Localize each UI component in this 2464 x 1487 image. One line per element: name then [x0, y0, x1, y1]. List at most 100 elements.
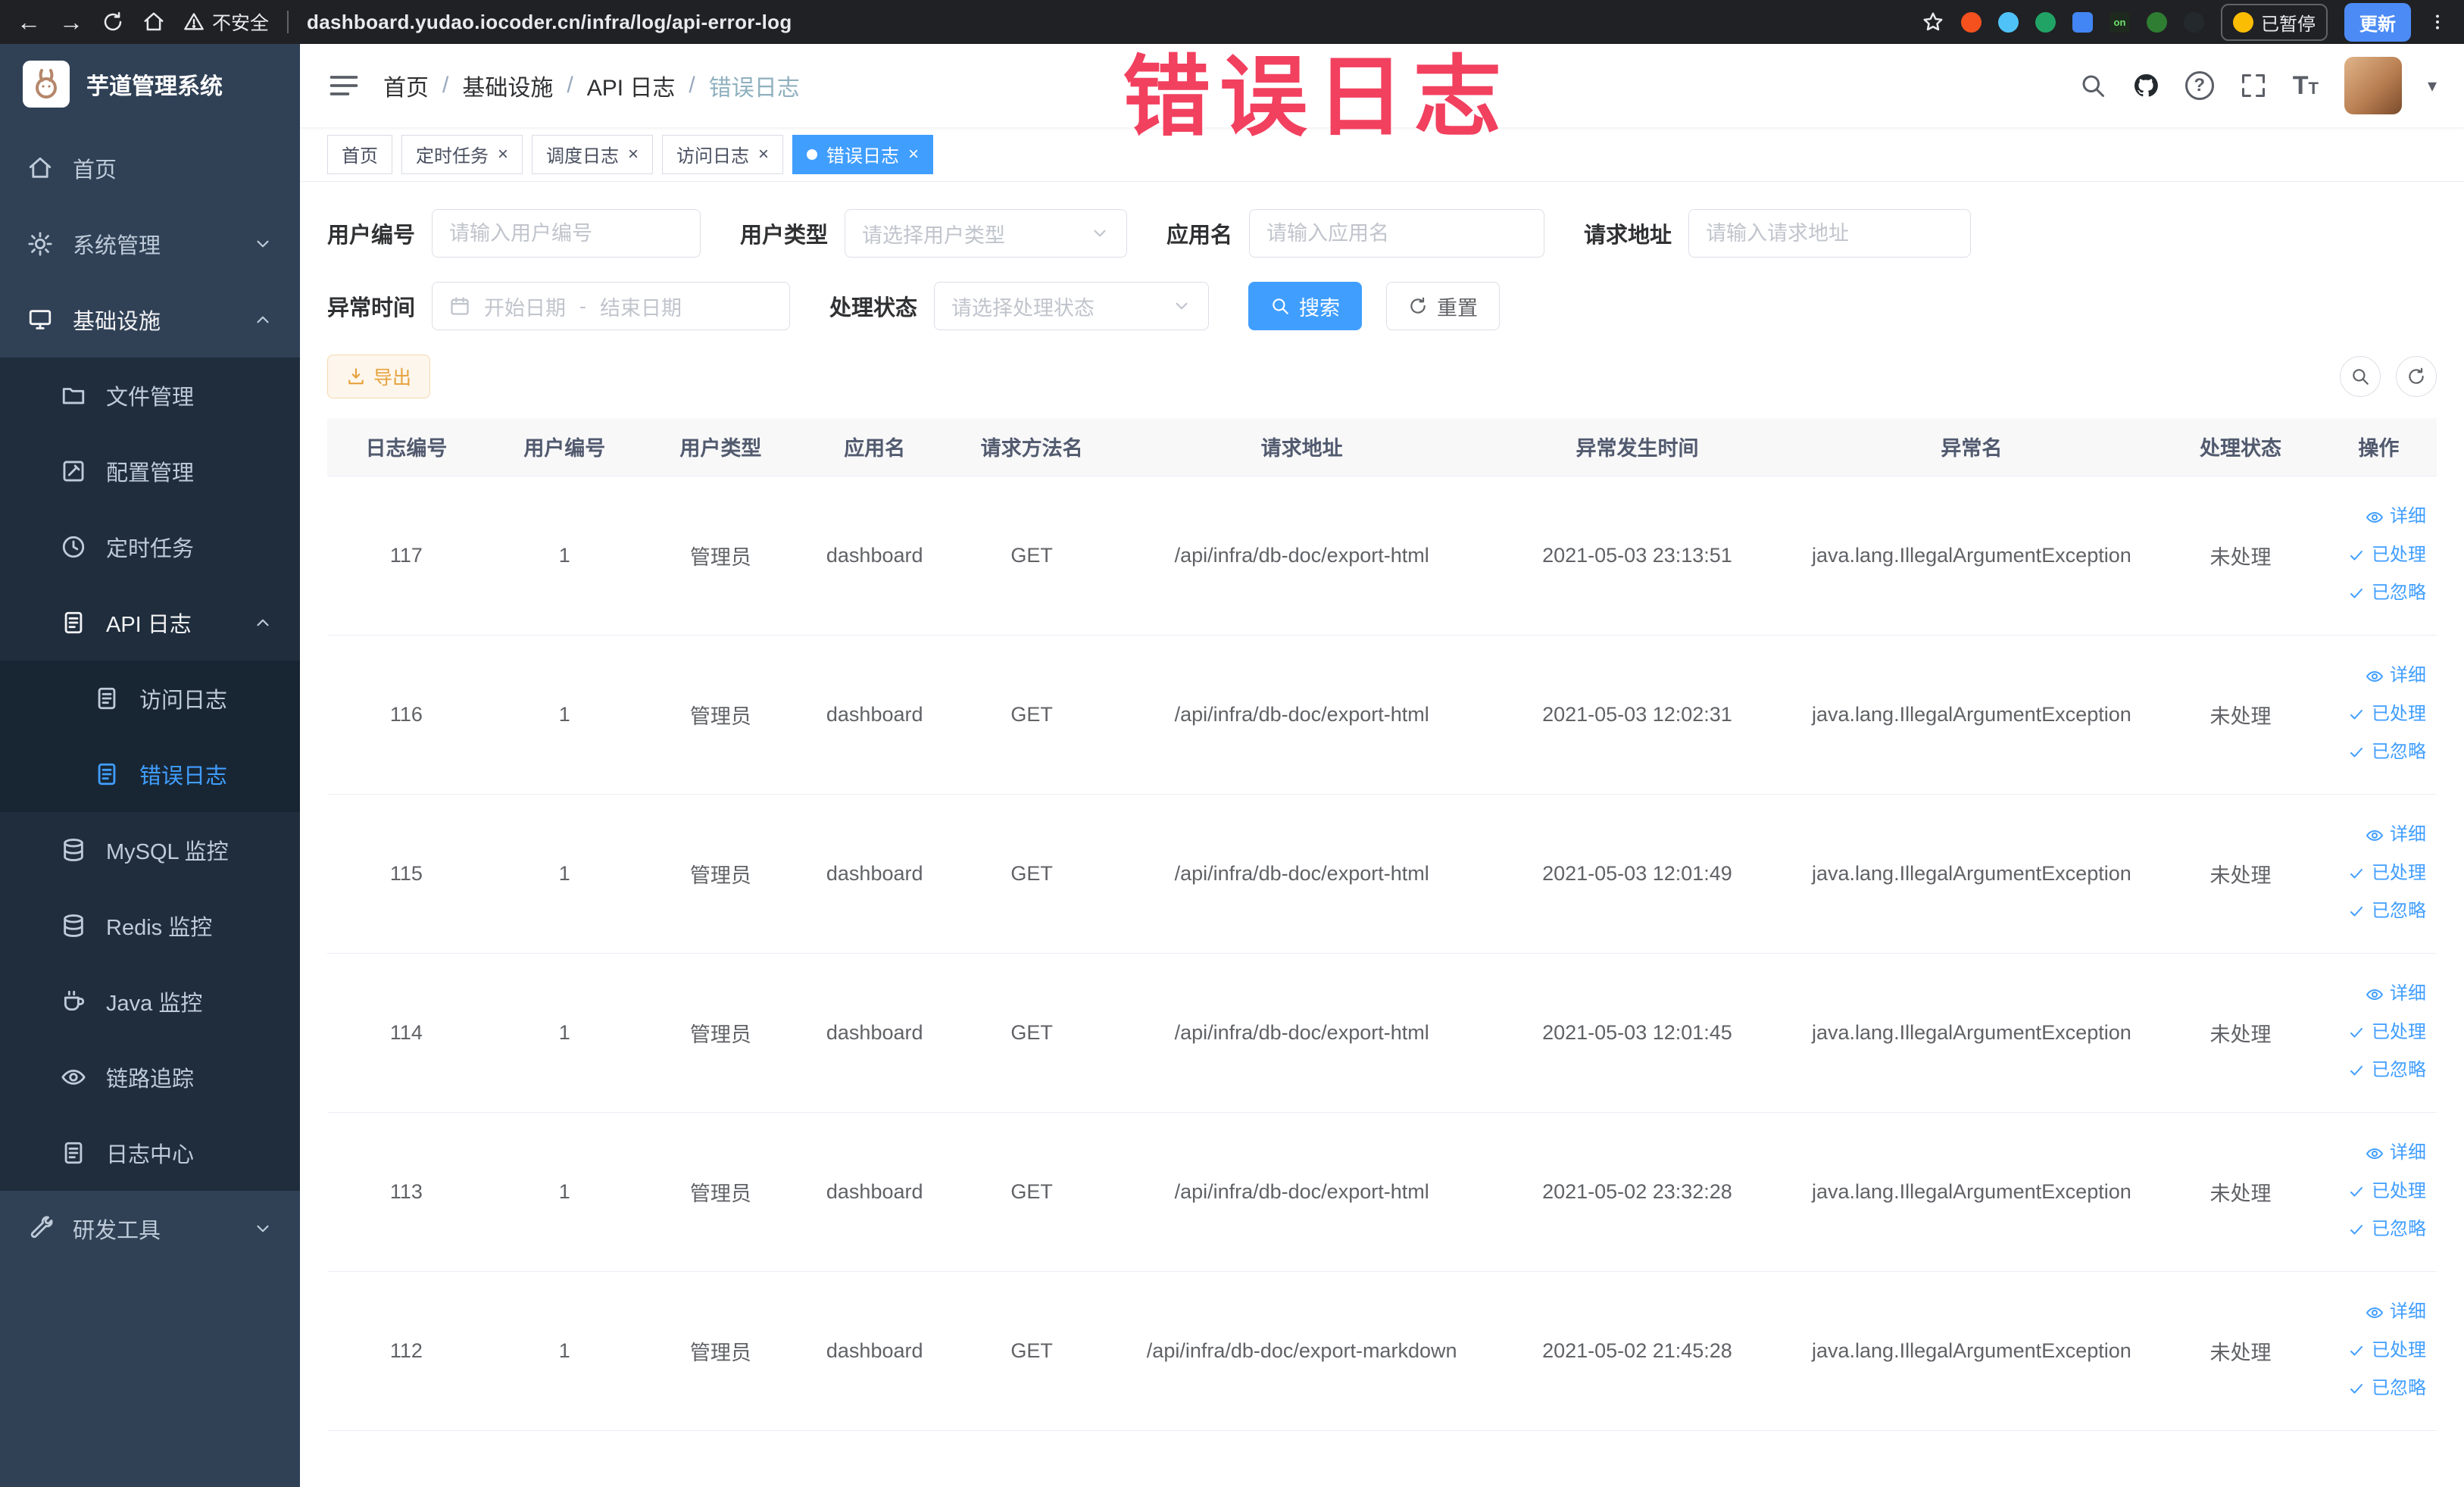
sidebar-item-job[interactable]: 定时任务: [0, 509, 300, 585]
user-type-select[interactable]: 请选择用户类型: [845, 209, 1128, 258]
font-size-icon[interactable]: T T: [2293, 71, 2319, 101]
close-icon[interactable]: ×: [758, 145, 769, 164]
exception-time-range-picker[interactable]: 开始日期 - 结束日期: [432, 282, 791, 330]
address-url[interactable]: dashboard.yudao.iocoder.cn/infra/log/api…: [307, 11, 792, 34]
extension-icon[interactable]: [1998, 11, 2019, 33]
export-button[interactable]: 导出: [327, 355, 431, 398]
avatar-caret-icon[interactable]: ▾: [2428, 75, 2437, 97]
processed-link[interactable]: 已处理: [2328, 854, 2426, 892]
detail-link[interactable]: 详细: [2328, 657, 2426, 695]
tag-error-log[interactable]: 错误日志 ×: [792, 134, 934, 174]
cell-exception: java.lang.IllegalArgumentException: [1782, 635, 2161, 795]
github-icon[interactable]: [2132, 72, 2160, 99]
eye-icon: [2366, 1304, 2384, 1322]
sidebar-item-infrastructure[interactable]: 基础设施: [0, 282, 300, 358]
site-security-indicator[interactable]: 不安全: [183, 8, 269, 36]
sidebar-item-java-monitor[interactable]: Java 监控: [0, 964, 300, 1039]
browser-home-button[interactable]: [142, 11, 165, 33]
breadcrumb-item[interactable]: API 日志: [587, 69, 676, 102]
sidebar-item-api-log[interactable]: API 日志: [0, 585, 300, 661]
ignore-link[interactable]: 已忽略: [2328, 574, 2426, 612]
processed-link[interactable]: 已处理: [2328, 1332, 2426, 1370]
sidebar-item-tracing[interactable]: 链路追踪: [0, 1039, 300, 1115]
sidebar-item-config-management[interactable]: 配置管理: [0, 433, 300, 509]
ignore-link[interactable]: 已忽略: [2328, 733, 2426, 771]
detail-link[interactable]: 详细: [2328, 1134, 2426, 1172]
processed-link[interactable]: 已处理: [2328, 536, 2426, 574]
app-logo[interactable]: 芋道管理系统: [0, 44, 300, 124]
processed-link[interactable]: 已处理: [2328, 1014, 2426, 1051]
processed-link[interactable]: 已处理: [2328, 695, 2426, 733]
close-icon[interactable]: ×: [908, 145, 919, 164]
eye-icon: [2366, 986, 2384, 1004]
refresh-table-button[interactable]: [2396, 356, 2437, 397]
cell-exception: java.lang.IllegalArgumentException: [1782, 1271, 2161, 1431]
sidebar-item-home[interactable]: 首页: [0, 130, 300, 206]
tag-job[interactable]: 定时任务 ×: [401, 134, 523, 174]
folder-icon: [61, 383, 86, 408]
detail-link[interactable]: 详细: [2328, 975, 2426, 1013]
tag-home[interactable]: 首页: [327, 134, 392, 174]
sidebar-item-file-management[interactable]: 文件管理: [0, 358, 300, 433]
hamburger-icon[interactable]: [327, 69, 361, 102]
sidebar-item-log-center[interactable]: 日志中心: [0, 1115, 300, 1191]
ignore-link[interactable]: 已忽略: [2328, 892, 2426, 930]
help-icon[interactable]: ?: [2184, 71, 2214, 100]
request-url-label: 请求地址: [1584, 223, 1672, 248]
user-avatar[interactable]: [2344, 57, 2402, 114]
tampermonkey-paused-badge[interactable]: 已暂停: [2221, 3, 2328, 41]
sidebar-item-redis-monitor[interactable]: Redis 监控: [0, 888, 300, 964]
cell-method: GET: [951, 635, 1112, 795]
processed-link[interactable]: 已处理: [2328, 1173, 2426, 1211]
coffee-cup-icon: [61, 989, 86, 1014]
search-button[interactable]: 搜索: [1248, 282, 1363, 330]
extension-icon[interactable]: [2147, 11, 2167, 33]
detail-link[interactable]: 详细: [2328, 1293, 2426, 1331]
tag-access-log[interactable]: 访问日志 ×: [662, 134, 784, 174]
cell-url: /api/infra/db-doc/export-html: [1112, 794, 1492, 954]
close-icon[interactable]: ×: [498, 145, 508, 164]
start-date-placeholder: 开始日期: [484, 296, 567, 320]
user-id-input[interactable]: [432, 209, 701, 258]
table-tools: [2340, 356, 2437, 397]
ignore-link[interactable]: 已忽略: [2328, 1370, 2426, 1407]
reset-button[interactable]: 重置: [1386, 282, 1501, 330]
select-placeholder: 请选择用户类型: [862, 223, 1006, 247]
extension-icon[interactable]: [2184, 11, 2204, 33]
breadcrumb-item[interactable]: 基础设施: [462, 69, 553, 102]
close-icon[interactable]: ×: [628, 145, 639, 164]
browser-back-button[interactable]: ←: [17, 10, 41, 34]
detail-link[interactable]: 详细: [2328, 498, 2426, 536]
sidebar-item-label: Java 监控: [106, 992, 203, 1016]
cell-url: /api/infra/db-doc/export-html: [1112, 1112, 1492, 1272]
toggle-search-button[interactable]: [2340, 356, 2381, 397]
detail-link[interactable]: 详细: [2328, 816, 2426, 854]
browser-forward-button[interactable]: →: [59, 10, 83, 34]
table-row: 116 1 管理员 dashboard GET /api/infra/db-do…: [327, 635, 2437, 795]
sidebar-item-dev-tools[interactable]: 研发工具: [0, 1191, 300, 1267]
browser-menu-icon[interactable]: [2428, 12, 2447, 32]
column-header: 操作: [2320, 418, 2437, 476]
sidebar-item-access-log[interactable]: 访问日志: [0, 661, 300, 736]
app-name-input[interactable]: [1249, 209, 1545, 258]
extension-icon[interactable]: [2035, 11, 2056, 33]
fullscreen-icon[interactable]: [2240, 72, 2267, 99]
bookmark-star-icon[interactable]: [1922, 11, 1944, 33]
browser-update-button[interactable]: 更新: [2344, 2, 2411, 42]
request-url-input[interactable]: [1688, 209, 1972, 258]
main-content: 首页 / 基础设施 / API 日志 / 错误日志 ? T T ▾ 首页 定时任…: [300, 44, 2464, 1487]
sidebar-item-error-log[interactable]: 错误日志: [0, 736, 300, 812]
cell-user-id: 1: [485, 953, 644, 1113]
process-status-select[interactable]: 请选择处理状态: [934, 282, 1210, 330]
ignore-link[interactable]: 已忽略: [2328, 1051, 2426, 1089]
tag-job-log[interactable]: 调度日志 ×: [532, 134, 654, 174]
search-icon[interactable]: [2079, 72, 2106, 99]
breadcrumb-item[interactable]: 首页: [383, 69, 429, 102]
sidebar-item-system-management[interactable]: 系统管理: [0, 206, 300, 282]
extension-icon[interactable]: [2072, 11, 2093, 33]
extension-icon[interactable]: on: [2110, 11, 2130, 33]
ignore-link[interactable]: 已忽略: [2328, 1211, 2426, 1248]
browser-reload-button[interactable]: [101, 11, 124, 33]
sidebar-item-mysql-monitor[interactable]: MySQL 监控: [0, 812, 300, 888]
extension-icon[interactable]: [1961, 11, 1982, 33]
